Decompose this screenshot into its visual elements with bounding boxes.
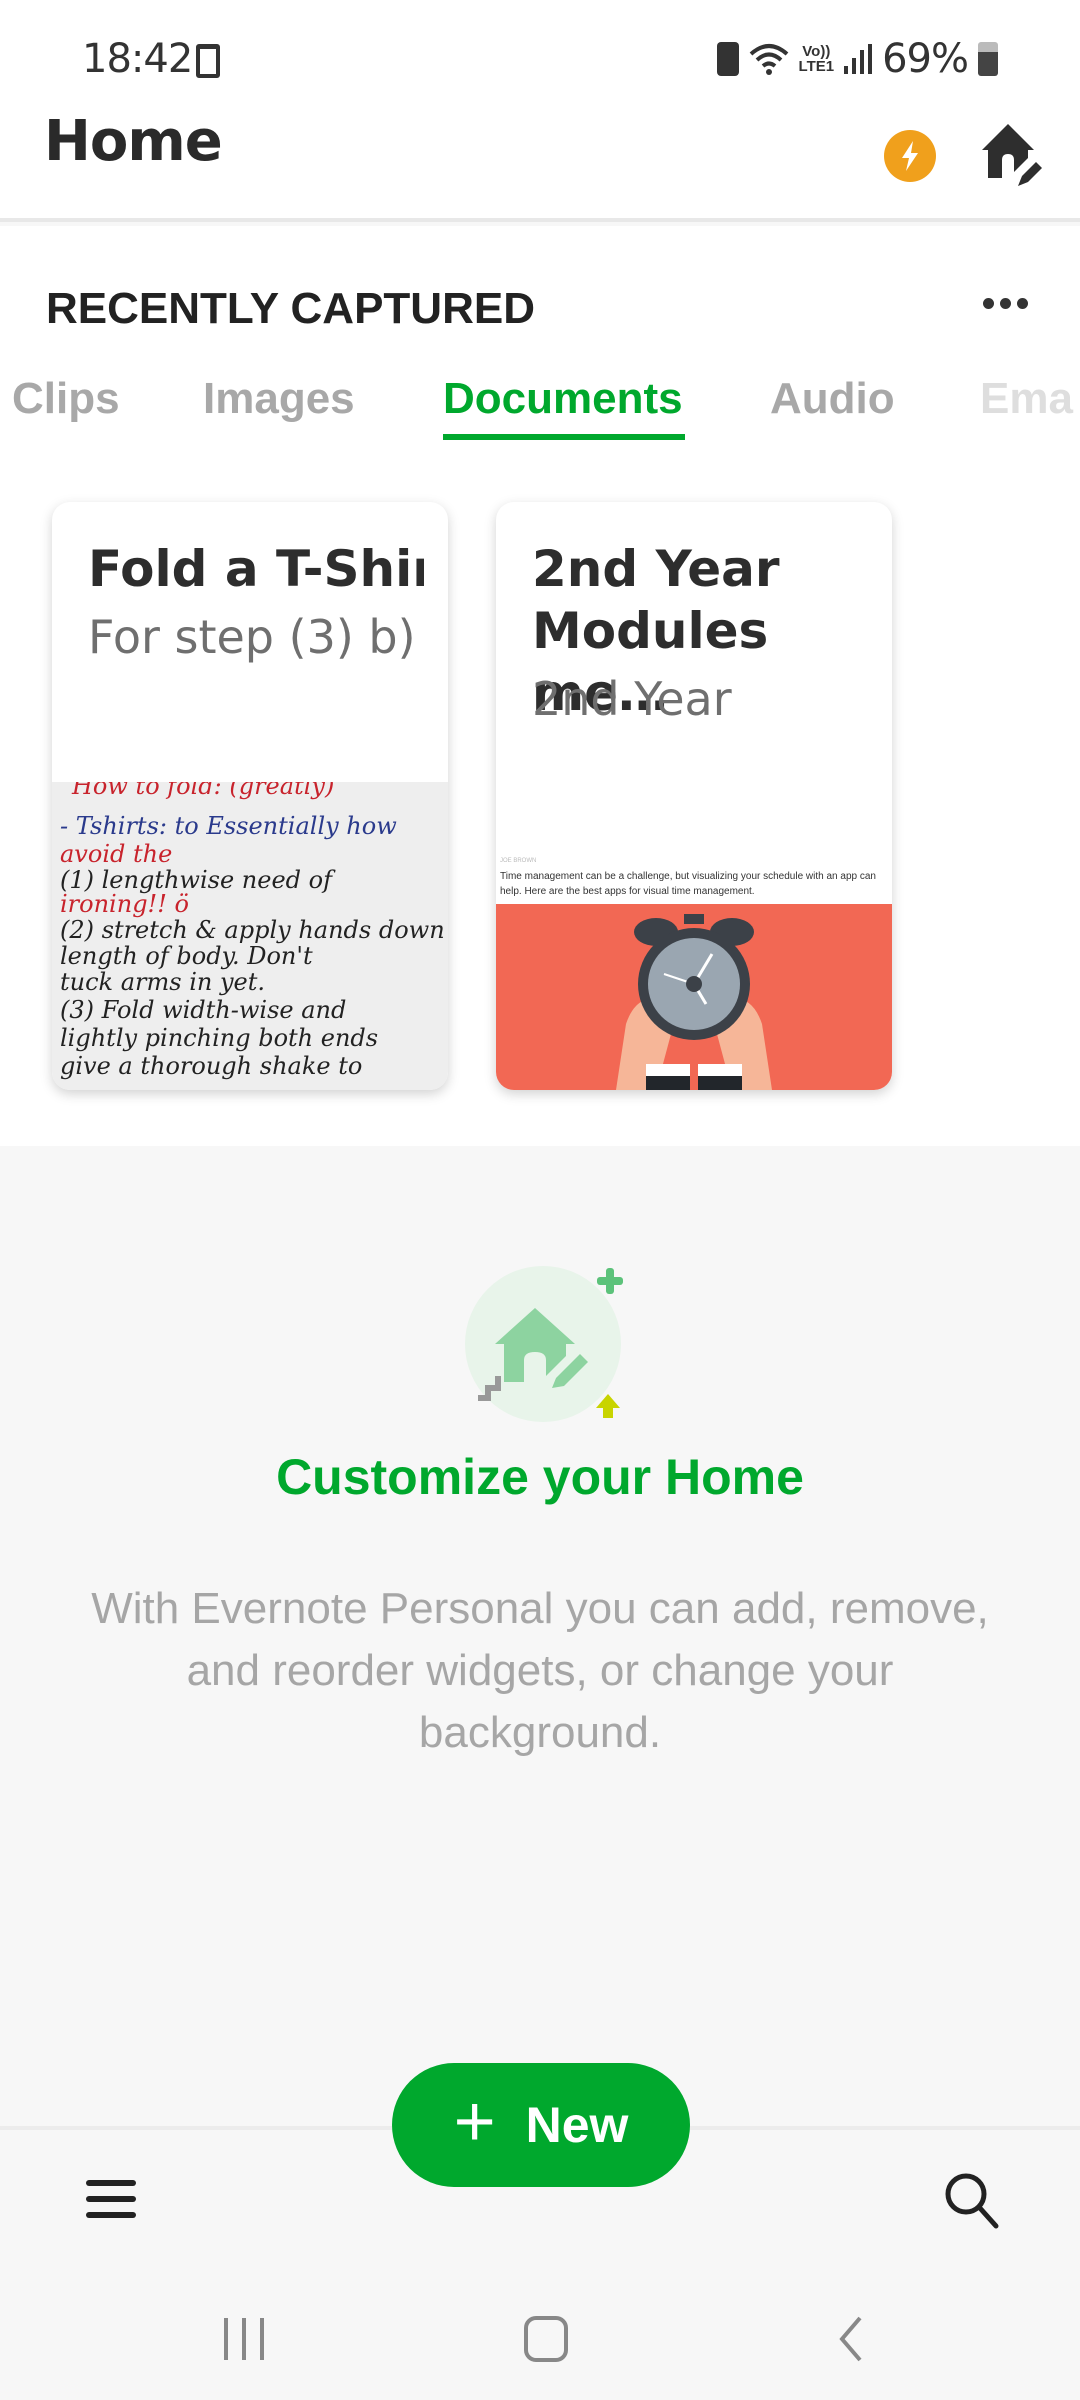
article-thumbnail: JOE BROWN Time management can be a chall… (496, 842, 892, 1090)
new-button-label: New (525, 2097, 629, 2153)
document-card[interactable]: Fold a T-Shir.. For step (3) b) How to f… (52, 502, 448, 1090)
status-time: 18:42 (82, 36, 193, 82)
tab-documents[interactable]: Documents (443, 374, 683, 424)
tab-images[interactable]: Images (203, 374, 355, 424)
new-note-button[interactable]: + New (392, 2063, 690, 2187)
search-icon[interactable] (938, 2166, 1008, 2236)
menu-icon[interactable] (86, 2174, 136, 2224)
customize-home-prompt: Customize your Home With Evernote Person… (0, 1146, 1080, 2126)
volte-icon: Vo)) LTE1 (798, 43, 835, 75)
battery-saver-icon (716, 42, 739, 76)
music-device-icon (196, 44, 220, 78)
tab-clips[interactable]: Clips (12, 374, 120, 424)
handwritten-note-thumbnail: How to fold: (greatly) - Tshirts: to Ess… (52, 782, 448, 1090)
home-icon[interactable] (524, 2316, 568, 2362)
signal-icon (844, 44, 873, 74)
customize-home-button[interactable] (978, 120, 1044, 190)
alarm-clock-illustration (496, 904, 892, 1090)
system-navigation-bar (0, 2276, 1080, 2400)
document-card[interactable]: 2nd Year Modules me… 2nd Year JOE BROWN … (496, 502, 892, 1090)
battery-icon (978, 42, 998, 76)
battery-percent: 69% (882, 36, 969, 82)
card-subtitle: 2nd Year (532, 672, 732, 726)
upgrade-button[interactable] (884, 130, 936, 182)
customize-title: Customize your Home (276, 1449, 804, 1505)
app-header: Home (0, 110, 1080, 222)
customize-description: With Evernote Personal you can add, remo… (91, 1584, 989, 1757)
plus-icon: + (453, 2082, 496, 2162)
more-horizontal-icon[interactable] (983, 298, 1028, 309)
page-title: Home (44, 109, 223, 174)
tab-email[interactable]: Ema (980, 374, 1073, 424)
back-icon[interactable] (836, 2316, 866, 2362)
tab-audio[interactable]: Audio (770, 374, 895, 424)
widget-title: RECENTLY CAPTURED (46, 284, 535, 333)
status-bar: 18:42 Vo)) LTE1 69% (0, 0, 1080, 110)
customize-home-illustration (440, 1236, 640, 1436)
card-subtitle: For step (3) b) (88, 610, 416, 664)
card-title: Fold a T-Shir.. (88, 540, 424, 598)
active-tab-indicator (443, 434, 685, 440)
status-icons: Vo)) LTE1 69% (716, 36, 998, 82)
home-edit-icon (982, 124, 1042, 186)
recently-captured-widget: RECENTLY CAPTURED Clips Images Documents… (0, 226, 1080, 1146)
lightning-bolt-icon (902, 141, 918, 171)
wifi-icon (749, 42, 789, 76)
recents-icon[interactable] (224, 2318, 264, 2360)
